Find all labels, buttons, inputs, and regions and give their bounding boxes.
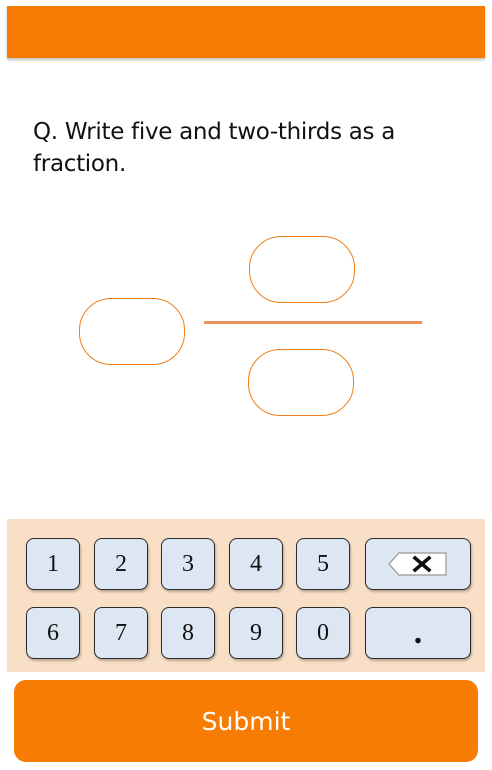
number-keypad: 1 2 3 4 5 6 7 8 9 0 . <box>7 519 485 672</box>
key-3[interactable]: 3 <box>161 538 215 590</box>
backspace-icon <box>388 552 447 576</box>
decimal-point-button[interactable]: . <box>365 607 471 659</box>
key-8[interactable]: 8 <box>161 607 215 659</box>
key-1[interactable]: 1 <box>26 538 80 590</box>
key-7[interactable]: 7 <box>94 607 148 659</box>
key-4[interactable]: 4 <box>229 538 283 590</box>
backspace-button[interactable] <box>365 538 471 590</box>
header-bar <box>7 6 485 58</box>
fraction-bar <box>204 321 422 324</box>
denominator-input[interactable] <box>248 349 354 416</box>
numerator-input[interactable] <box>249 236 355 303</box>
question-text: Q. Write five and two-thirds as a fracti… <box>33 119 396 177</box>
key-2[interactable]: 2 <box>94 538 148 590</box>
key-9[interactable]: 9 <box>229 607 283 659</box>
key-0[interactable]: 0 <box>296 607 350 659</box>
whole-number-input[interactable] <box>79 298 185 365</box>
submit-button[interactable]: Submit <box>14 680 478 762</box>
key-5[interactable]: 5 <box>296 538 350 590</box>
key-6[interactable]: 6 <box>26 607 80 659</box>
quiz-screen: Q. Write five and two-thirds as a fracti… <box>0 0 492 770</box>
